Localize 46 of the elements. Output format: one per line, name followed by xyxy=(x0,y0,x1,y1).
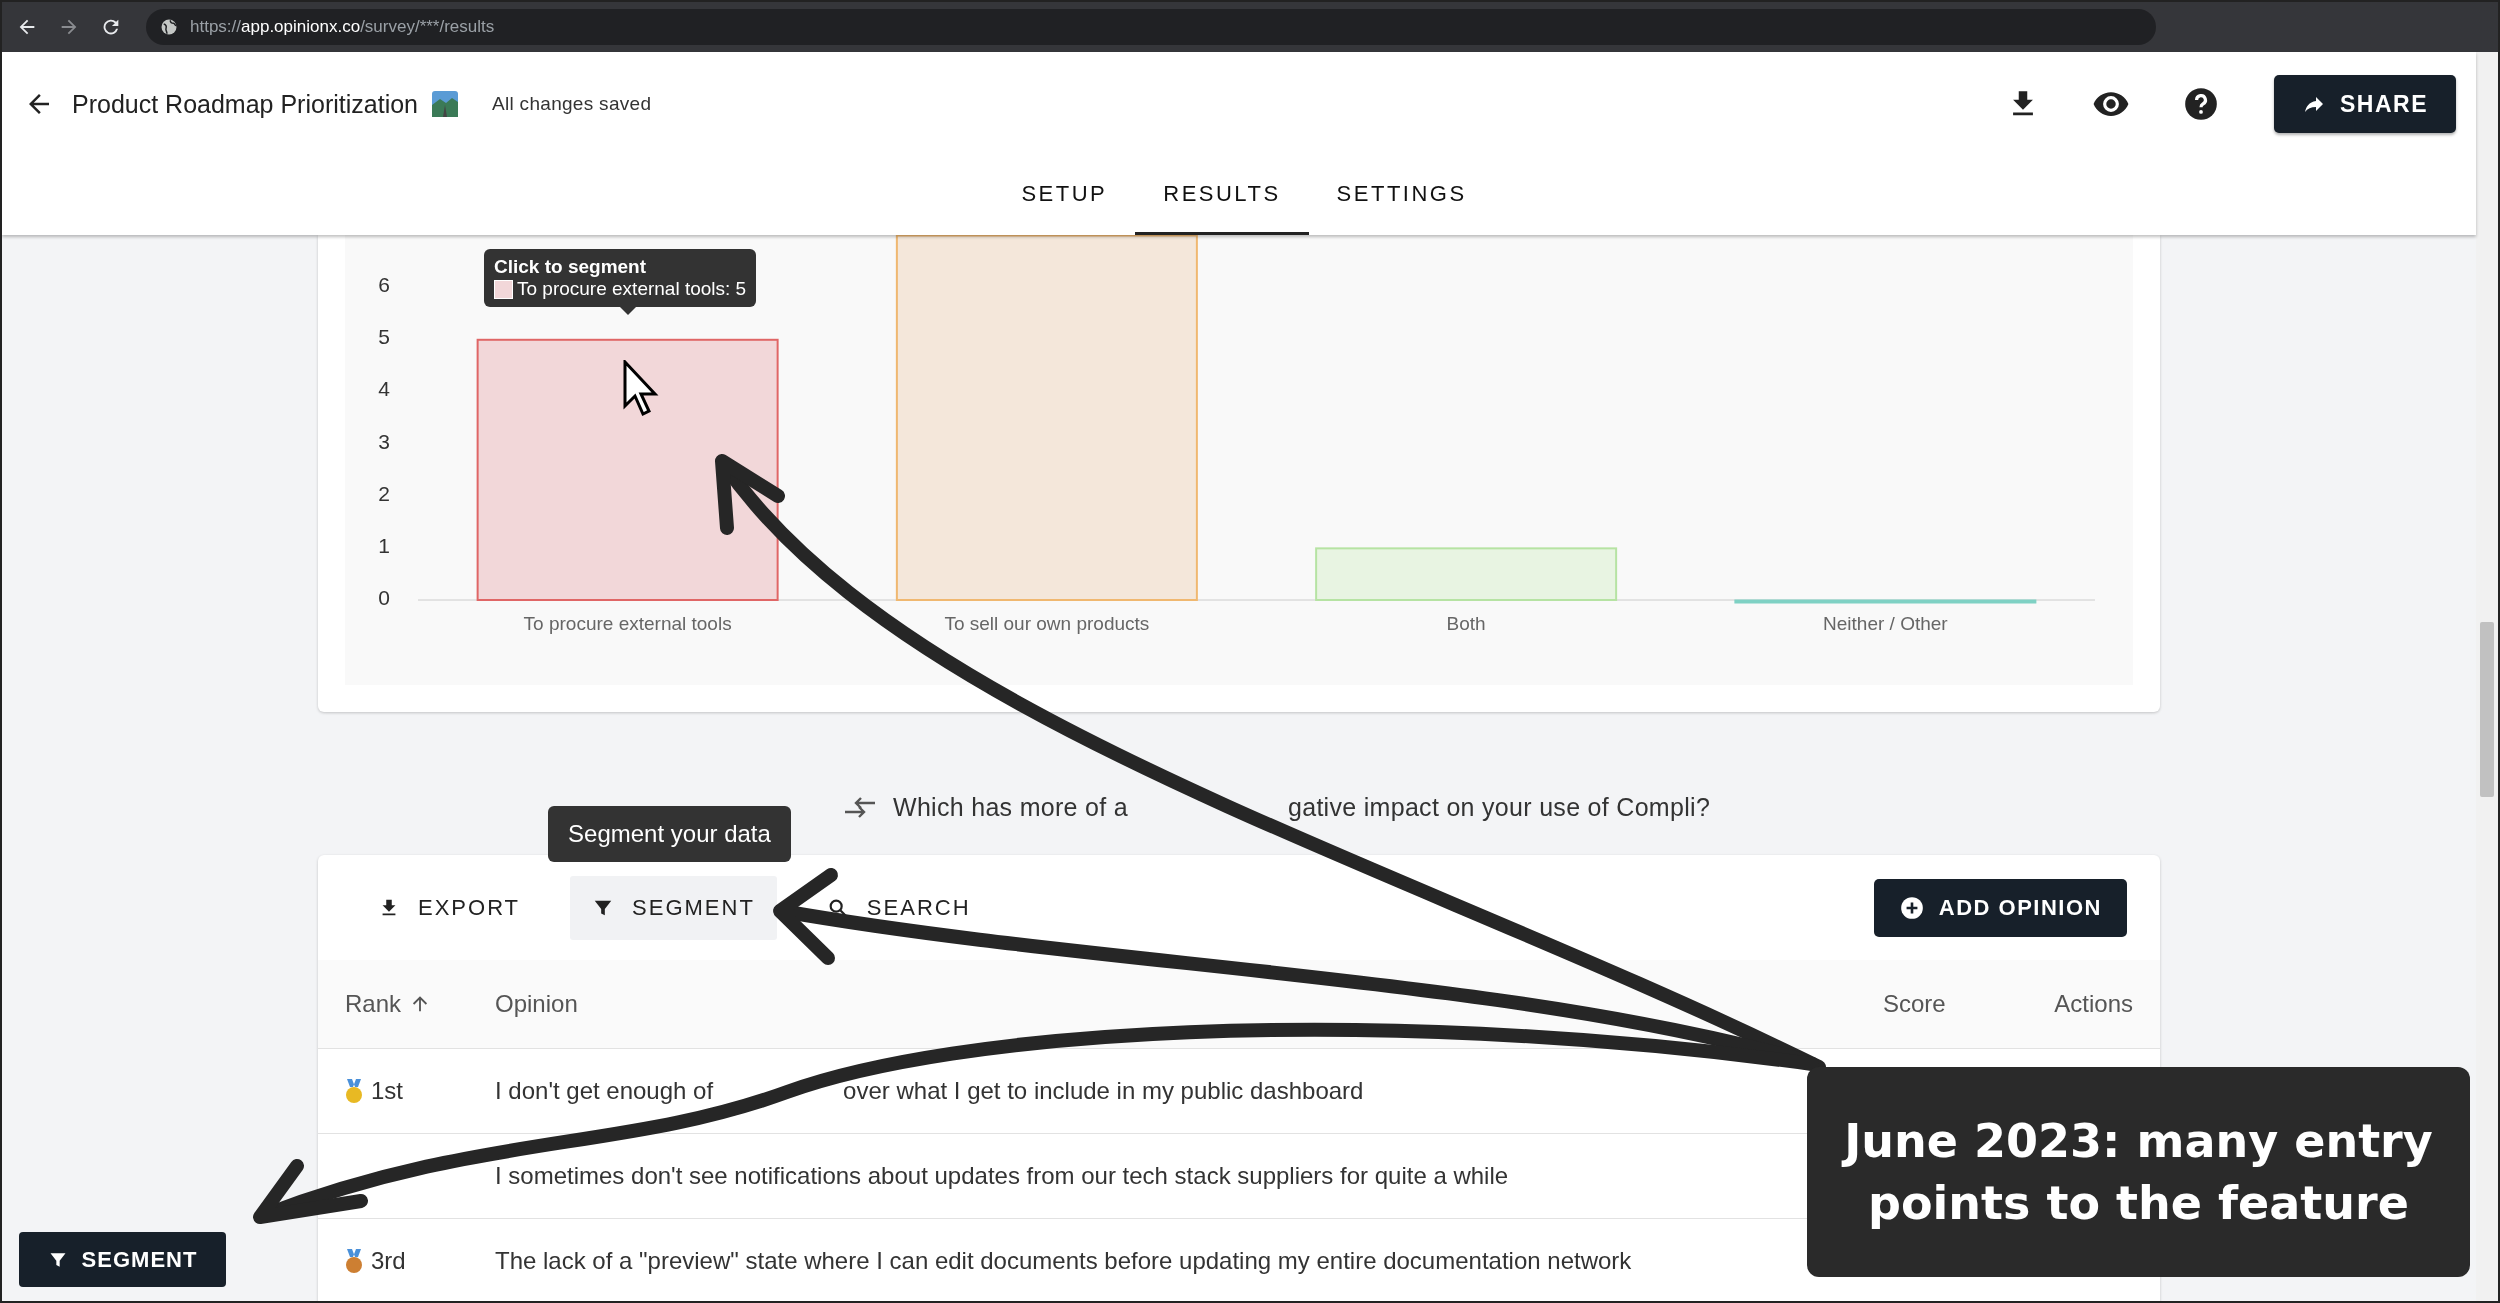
compare-arrows-icon xyxy=(843,795,877,820)
y-tick-label: 0 xyxy=(378,586,390,609)
survey-title: Product Roadmap Prioritization xyxy=(72,89,418,119)
address-bar[interactable]: https://app.opinionx.co/survey/***/results xyxy=(146,9,2156,45)
segment-button[interactable]: SEGMENT xyxy=(19,1232,226,1287)
tooltip-text: To procure external tools: 5 xyxy=(517,278,747,300)
column-header: Actions xyxy=(2053,990,2133,1018)
opinion-text: The lack of a "preview" state where I can edit documents before updating my entire documentation network xyxy=(495,1247,1632,1274)
globe-icon xyxy=(160,18,178,36)
opinion-text: I don't get enough of xyxy=(495,1077,714,1104)
toolbar-button[interactable]: EXPORT xyxy=(356,875,543,940)
rank-text: 3rd xyxy=(371,1247,406,1275)
column-header: Opinion xyxy=(495,990,579,1018)
help-icon[interactable] xyxy=(2182,85,2220,123)
column-header[interactable]: Rank xyxy=(345,990,495,1018)
y-tick-label: 5 xyxy=(378,325,390,349)
opinion-text: I sometimes don't see notifications about updates from our tech stack suppliers for quite a while xyxy=(495,1162,1509,1189)
y-tick-label: 6 xyxy=(378,273,390,297)
bar[interactable] xyxy=(476,338,779,601)
opinion-text: over what I get to include in my public dashboard xyxy=(843,1077,1364,1104)
y-tick-label: 2 xyxy=(378,481,390,505)
question-text: gative impact on your use of Compli? xyxy=(1287,793,1711,822)
category-label: Neither / Other xyxy=(1823,613,1948,634)
tab[interactable]: SETTINGS xyxy=(1308,156,1495,235)
category-label: To sell our own products xyxy=(944,613,1150,634)
tooltip-title: Click to segment xyxy=(494,256,648,278)
add-opinion-button[interactable]: ADD OPINION xyxy=(1873,878,2127,937)
question-text: Which has more of a xyxy=(893,793,1128,822)
toolbar-button[interactable]: SEGMENT xyxy=(570,875,777,940)
category-label: Both xyxy=(1446,613,1486,634)
y-tick-label: 1 xyxy=(378,533,390,557)
plus-circle-icon xyxy=(1898,894,1925,921)
annotation-callout: June 2023: many entry points to the feature xyxy=(1807,1067,2470,1277)
category-label: To procure external tools xyxy=(523,613,732,634)
share-button[interactable]: SHARE xyxy=(2274,75,2456,133)
y-tick-label: 3 xyxy=(378,429,390,453)
tab[interactable]: SETUP xyxy=(993,156,1136,235)
tooltip: Segment your data xyxy=(548,805,791,862)
toolbar-button[interactable]: SEARCH xyxy=(804,875,993,940)
rank-text: 1st xyxy=(371,1077,403,1105)
column-header: Score xyxy=(1883,990,1947,1018)
url-text: https://app.opinionx.co/survey/***/results xyxy=(190,17,495,37)
scrollbar[interactable] xyxy=(2476,52,2498,1301)
road-icon xyxy=(432,91,458,117)
y-tick-label: 4 xyxy=(378,377,390,401)
save-status: All changes saved xyxy=(492,93,652,115)
